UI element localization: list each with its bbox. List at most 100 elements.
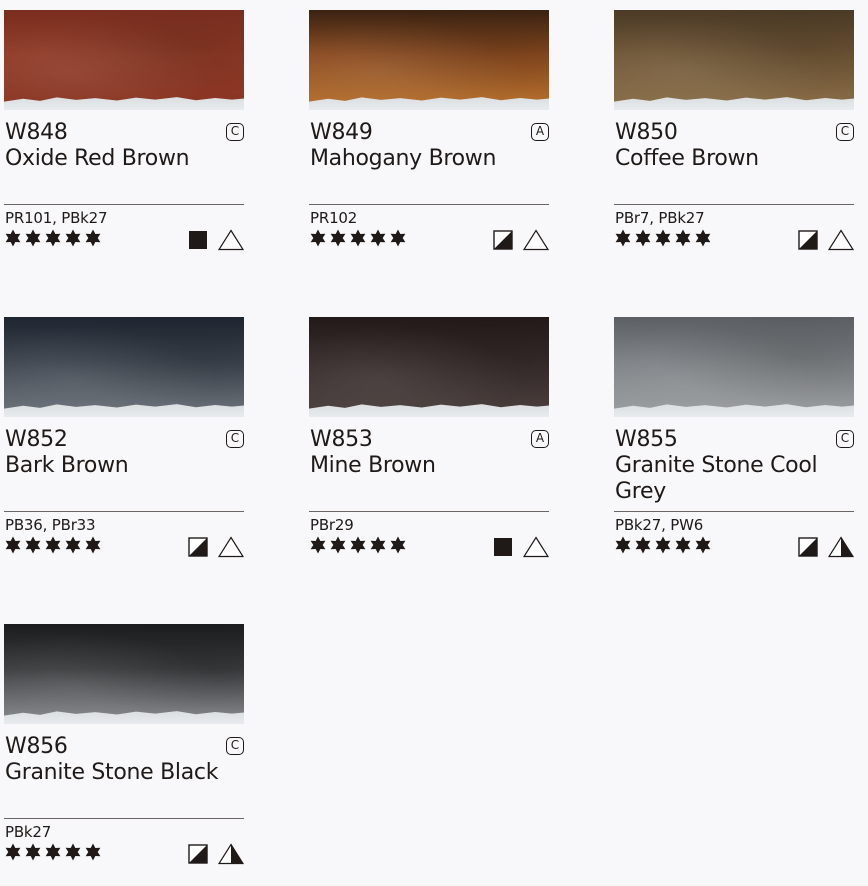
swatch-wash bbox=[614, 317, 854, 417]
color-swatch bbox=[614, 317, 854, 417]
star-icon bbox=[65, 843, 81, 861]
divider bbox=[4, 511, 244, 512]
star-icon bbox=[45, 229, 61, 247]
color-swatch bbox=[4, 317, 244, 417]
divider bbox=[4, 818, 244, 819]
pigment-list: PBk27, PW6 bbox=[615, 516, 704, 534]
swatch-wash bbox=[614, 10, 854, 110]
non-staining-triangle-icon bbox=[218, 536, 244, 558]
non-staining-triangle-icon bbox=[218, 229, 244, 251]
color-code: W849 bbox=[310, 120, 373, 145]
star-icon bbox=[25, 229, 41, 247]
star-icon bbox=[655, 536, 671, 554]
lightfastness-rating bbox=[4, 228, 102, 250]
semi-staining-triangle-icon bbox=[828, 536, 854, 558]
semi-opaque-square-icon bbox=[188, 537, 208, 557]
star-icon bbox=[615, 229, 631, 247]
star-icon bbox=[635, 229, 651, 247]
color-swatch bbox=[4, 10, 244, 110]
star-icon bbox=[5, 536, 21, 554]
swatch-wash bbox=[4, 10, 244, 110]
pigment-list: PBr7, PBk27 bbox=[615, 209, 705, 227]
color-name: Mine Brown bbox=[310, 453, 436, 478]
swatch-wash bbox=[309, 10, 549, 110]
star-icon bbox=[85, 536, 101, 554]
star-icon bbox=[330, 536, 346, 554]
pigment-list: PBr29 bbox=[310, 516, 354, 534]
color-code: W856 bbox=[5, 734, 68, 759]
color-code: W853 bbox=[310, 427, 373, 452]
pigment-list: PR102 bbox=[310, 209, 358, 227]
star-icon bbox=[675, 536, 691, 554]
star-icon bbox=[370, 229, 386, 247]
star-icon bbox=[390, 536, 406, 554]
pigment-list: PB36, PBr33 bbox=[5, 516, 96, 534]
swatch-wash bbox=[4, 317, 244, 417]
color-swatch bbox=[614, 10, 854, 110]
divider bbox=[309, 511, 549, 512]
star-icon bbox=[65, 229, 81, 247]
grade-badge: C bbox=[226, 123, 244, 141]
color-card: W852 Bark Brown C PB36, PBr33 bbox=[4, 317, 244, 579]
semi-opaque-square-icon bbox=[493, 230, 513, 250]
color-card: W856 Granite Stone Black C PBk27 bbox=[4, 624, 244, 886]
lightfastness-rating bbox=[4, 842, 102, 864]
star-icon bbox=[675, 229, 691, 247]
star-icon bbox=[695, 536, 711, 554]
color-name: Coffee Brown bbox=[615, 146, 759, 171]
star-icon bbox=[310, 229, 326, 247]
color-code: W852 bbox=[5, 427, 68, 452]
non-staining-triangle-icon bbox=[523, 229, 549, 251]
color-card: W853 Mine Brown A PBr29 bbox=[309, 317, 549, 579]
star-icon bbox=[310, 536, 326, 554]
swatch-wash bbox=[4, 624, 244, 724]
color-swatch bbox=[309, 317, 549, 417]
star-icon bbox=[655, 229, 671, 247]
color-code: W848 bbox=[5, 120, 68, 145]
grade-badge: A bbox=[531, 430, 549, 448]
opaque-square-icon bbox=[494, 538, 512, 556]
color-swatch bbox=[309, 10, 549, 110]
color-name: Oxide Red Brown bbox=[5, 146, 190, 171]
color-name: Bark Brown bbox=[5, 453, 129, 478]
divider bbox=[309, 204, 549, 205]
color-card: W855 Granite Stone Cool Grey C PBk27, PW… bbox=[614, 317, 854, 579]
star-icon bbox=[330, 229, 346, 247]
star-icon bbox=[370, 536, 386, 554]
pigment-list: PBk27 bbox=[5, 823, 52, 841]
star-icon bbox=[25, 536, 41, 554]
lightfastness-rating bbox=[614, 535, 712, 557]
color-name: Granite Stone Cool Grey bbox=[615, 453, 818, 504]
color-swatch bbox=[4, 624, 244, 724]
swatch-wash bbox=[309, 317, 549, 417]
star-icon bbox=[25, 843, 41, 861]
grade-badge: C bbox=[836, 123, 854, 141]
grade-badge: C bbox=[836, 430, 854, 448]
semi-staining-triangle-icon bbox=[218, 843, 244, 865]
grade-badge: C bbox=[226, 430, 244, 448]
lightfastness-rating bbox=[4, 535, 102, 557]
star-icon bbox=[350, 536, 366, 554]
color-name: Granite Stone Black bbox=[5, 760, 219, 785]
color-card: W850 Coffee Brown C PBr7, PBk27 bbox=[614, 10, 854, 272]
color-name: Mahogany Brown bbox=[310, 146, 497, 171]
lightfastness-rating bbox=[309, 228, 407, 250]
divider bbox=[4, 204, 244, 205]
star-icon bbox=[65, 536, 81, 554]
star-icon bbox=[45, 843, 61, 861]
color-code: W850 bbox=[615, 120, 678, 145]
star-icon bbox=[85, 843, 101, 861]
star-icon bbox=[695, 229, 711, 247]
semi-opaque-square-icon bbox=[798, 230, 818, 250]
grade-badge: A bbox=[531, 123, 549, 141]
opaque-square-icon bbox=[189, 231, 207, 249]
star-icon bbox=[615, 536, 631, 554]
star-icon bbox=[635, 536, 651, 554]
divider bbox=[614, 511, 854, 512]
pigment-list: PR101, PBk27 bbox=[5, 209, 108, 227]
star-icon bbox=[5, 843, 21, 861]
semi-opaque-square-icon bbox=[188, 844, 208, 864]
non-staining-triangle-icon bbox=[828, 229, 854, 251]
divider bbox=[614, 204, 854, 205]
star-icon bbox=[85, 229, 101, 247]
